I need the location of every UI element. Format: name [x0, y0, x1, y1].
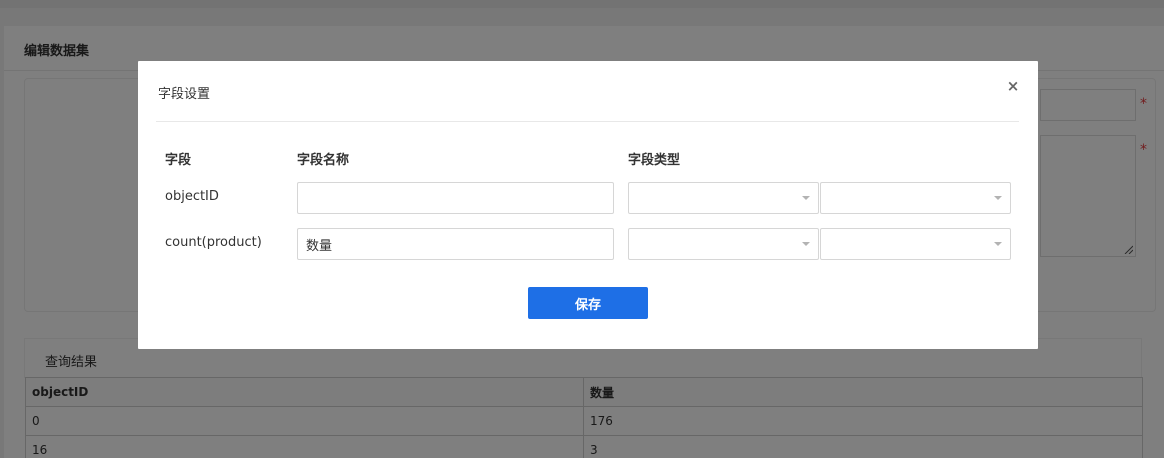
chevron-down-icon — [802, 242, 810, 246]
chevron-down-icon — [802, 196, 810, 200]
chevron-down-icon — [994, 196, 1002, 200]
column-header-field-type: 字段类型 — [628, 153, 681, 168]
close-icon[interactable]: × — [1004, 77, 1022, 95]
field-settings-modal: 字段设置 × 字段 字段名称 字段类型 objectID count(produ… — [138, 61, 1038, 349]
column-header-field: 字段 — [165, 153, 192, 168]
save-button[interactable]: 保存 — [528, 287, 648, 319]
field-label-objectid: objectID — [165, 189, 219, 204]
chevron-down-icon — [994, 242, 1002, 246]
field-name-input-count-product[interactable] — [297, 228, 614, 260]
modal-divider — [156, 121, 1019, 122]
field-type-select[interactable] — [628, 182, 819, 214]
field-type-select[interactable] — [628, 228, 819, 260]
field-label-count-product: count(product) — [165, 235, 262, 250]
field-name-input-objectid[interactable] — [297, 182, 614, 214]
field-subtype-select[interactable] — [820, 182, 1011, 214]
modal-title: 字段设置 — [158, 87, 211, 102]
field-subtype-select[interactable] — [820, 228, 1011, 260]
column-header-field-name: 字段名称 — [297, 153, 350, 168]
